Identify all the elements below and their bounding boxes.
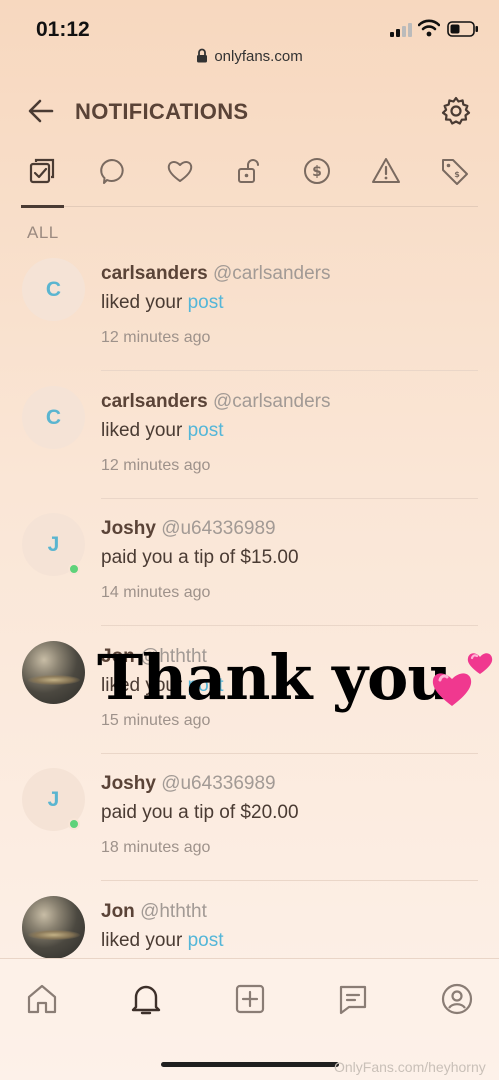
row-divider (101, 370, 478, 371)
profile-icon (441, 983, 473, 1015)
cellular-signal-icon (390, 23, 412, 37)
svg-text:$: $ (312, 164, 322, 180)
user-name[interactable]: carlsanders (101, 391, 208, 412)
notification-user[interactable]: carlsanders @carlsanders (101, 263, 330, 285)
home-indicator[interactable] (161, 1062, 339, 1067)
all-checkbox-icon (29, 158, 55, 184)
warning-triangle-icon (372, 158, 400, 183)
user-handle[interactable]: @u64336989 (161, 518, 275, 539)
nav-profile[interactable] (437, 979, 477, 1019)
status-time: 01:12 (36, 18, 90, 41)
heart-icon (167, 161, 193, 182)
tabs-divider (21, 206, 478, 207)
avatar[interactable]: C (22, 386, 85, 449)
avatar[interactable] (22, 641, 85, 704)
notification-text: paid you a tip of $15.00 (101, 547, 299, 569)
comment-bubble-icon (100, 159, 124, 184)
messages-icon (339, 985, 367, 1015)
notification-time: 14 minutes ago (101, 584, 211, 601)
tab-tips[interactable]: $ (298, 152, 336, 190)
row-divider (101, 880, 478, 881)
notification-action: paid you a tip of $20.00 (101, 802, 299, 823)
post-link[interactable]: post (188, 420, 224, 441)
notification-text: paid you a tip of $20.00 (101, 802, 299, 824)
notification-time: 15 minutes ago (101, 712, 211, 729)
page-header: NOTIFICATIONS (0, 88, 499, 134)
bell-icon (131, 985, 161, 1015)
avatar[interactable]: C (22, 258, 85, 321)
notification-filter-tabs: $ $ (0, 146, 499, 208)
notification-action: liked your (101, 420, 188, 441)
tab-likes[interactable] (161, 152, 199, 190)
nav-notifications[interactable] (126, 979, 166, 1019)
notification-item[interactable]: J Joshy @u64336989 paid you a tip of $20.0… (0, 756, 499, 883)
status-bar: 01:12 (0, 0, 499, 48)
online-status-dot (68, 818, 80, 830)
thank-you-overlay: Thank you (97, 641, 452, 714)
nav-messages[interactable] (333, 979, 373, 1019)
row-divider (101, 625, 478, 626)
watermark: OnlyFans.com/heyhorny (334, 1059, 486, 1075)
nav-home[interactable] (22, 979, 62, 1019)
notification-item[interactable]: Ccarlsanders @carlsanders liked your post… (0, 246, 499, 373)
notification-time: 18 minutes ago (101, 839, 211, 856)
user-handle[interactable]: @carlsanders (213, 263, 331, 284)
row-divider (101, 753, 478, 754)
dollar-circle-icon: $ (304, 158, 330, 184)
active-tab-indicator (21, 205, 64, 208)
user-name[interactable]: Jon (101, 901, 135, 922)
notification-time: 12 minutes ago (101, 329, 211, 346)
user-name[interactable]: carlsanders (101, 263, 208, 284)
lock-icon (197, 48, 208, 63)
tab-warnings[interactable] (367, 152, 405, 190)
notification-text: liked your post (101, 292, 224, 314)
home-icon (27, 984, 57, 1014)
user-name[interactable]: Joshy (101, 773, 156, 794)
gear-icon[interactable] (441, 96, 471, 126)
bottom-navigation (0, 958, 499, 1040)
online-status-dot (68, 563, 80, 575)
notification-text: liked your post (101, 420, 224, 442)
battery-icon (447, 21, 478, 37)
tab-subscriptions[interactable] (229, 152, 267, 190)
price-tag-icon: $ (442, 159, 468, 185)
user-handle[interactable]: @u64336989 (161, 773, 275, 794)
notification-item[interactable]: J Joshy @u64336989 paid you a tip of $15.0… (0, 501, 499, 628)
user-handle[interactable]: @hththt (140, 901, 207, 922)
notification-user[interactable]: Joshy @u64336989 (101, 773, 276, 795)
tab-all[interactable] (23, 152, 61, 190)
browser-url-bar[interactable]: onlyfans.com (0, 48, 499, 82)
notification-action: liked your (101, 930, 188, 951)
wifi-icon (418, 19, 440, 37)
notification-user[interactable]: Joshy @u64336989 (101, 518, 276, 540)
back-arrow-icon[interactable] (28, 98, 54, 124)
section-label: ALL (27, 223, 59, 242)
notification-action: paid you a tip of $15.00 (101, 547, 299, 568)
avatar[interactable] (22, 896, 85, 959)
unlock-icon (238, 159, 259, 183)
svg-text:$: $ (454, 170, 460, 179)
notification-item[interactable]: Ccarlsanders @carlsanders liked your post… (0, 374, 499, 501)
notification-user[interactable]: carlsanders @carlsanders (101, 391, 330, 413)
page-title: NOTIFICATIONS (75, 99, 249, 124)
url-text: onlyfans.com (214, 48, 303, 65)
user-name[interactable]: Joshy (101, 518, 156, 539)
notification-text: liked your post (101, 930, 224, 952)
notification-user[interactable]: Jon @hththt (101, 901, 207, 923)
add-square-icon (235, 984, 265, 1014)
post-link[interactable]: post (188, 930, 224, 951)
user-handle[interactable]: @carlsanders (213, 391, 331, 412)
post-link[interactable]: post (188, 292, 224, 313)
nav-new-post[interactable] (230, 979, 270, 1019)
two-hearts-icon (432, 653, 493, 706)
notification-action: liked your (101, 292, 188, 313)
notification-time: 12 minutes ago (101, 457, 211, 474)
tab-promotions[interactable]: $ (436, 152, 474, 190)
tab-comments[interactable] (93, 152, 131, 190)
row-divider (101, 498, 478, 499)
